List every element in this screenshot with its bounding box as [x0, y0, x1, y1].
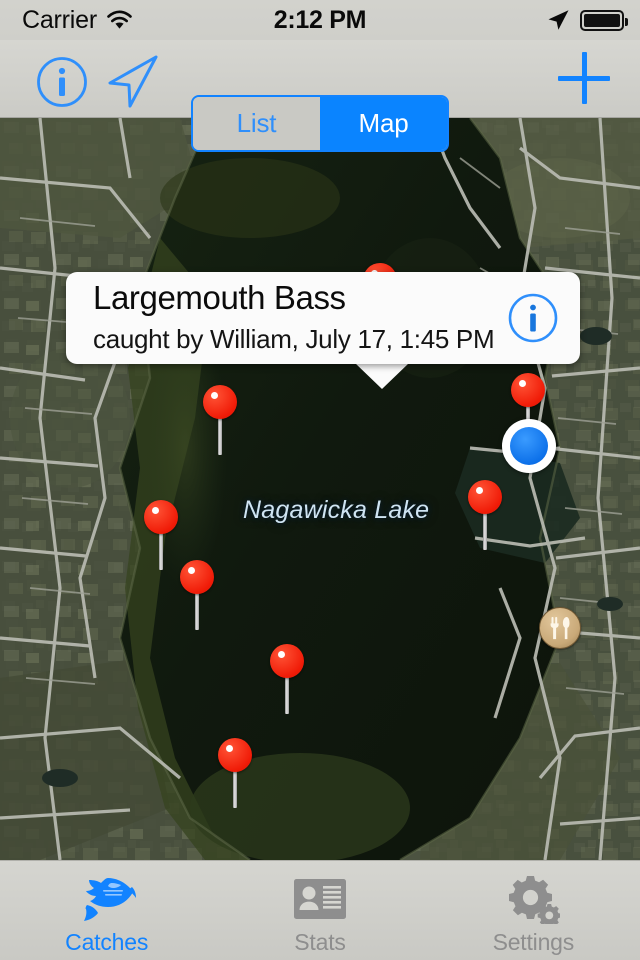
- navigation-bar: List Map: [0, 40, 640, 152]
- map-pin-head: [468, 480, 502, 514]
- app-screen: Nagawicka Lake Largemouth Bass caught by…: [0, 0, 640, 960]
- add-catch-button[interactable]: [558, 52, 610, 104]
- callout-title: Largemouth Bass: [93, 279, 346, 316]
- map-pin-head: [203, 385, 237, 419]
- fork-knife-icon: [550, 617, 570, 640]
- map-pin-highlight: [210, 391, 218, 399]
- tab-catches[interactable]: Catches: [0, 861, 213, 960]
- user-location-inner-dot: [510, 427, 548, 465]
- fish-icon: [77, 873, 137, 925]
- map-pin-highlight: [187, 566, 195, 574]
- map-pin-highlight: [518, 379, 526, 387]
- gears-icon: [506, 873, 561, 925]
- segment-map-label: Map: [358, 108, 409, 138]
- map-pin-head: [180, 560, 214, 594]
- map-pin-highlight: [277, 650, 285, 658]
- tab-catches-label: Catches: [65, 929, 149, 955]
- info-circle-icon: [37, 57, 87, 107]
- contact-card-icon: [293, 873, 346, 925]
- tab-settings[interactable]: Settings: [427, 861, 640, 960]
- map-pin-highlight: [475, 486, 483, 494]
- status-bar: Carrier 2:12 PM: [0, 0, 640, 40]
- status-bar-right: [546, 8, 628, 32]
- restaurant-poi[interactable]: [539, 607, 581, 649]
- locate-me-button[interactable]: [104, 54, 160, 115]
- callout-subtitle: caught by William, July 17, 1:45 PM: [93, 324, 495, 354]
- callout-tail: [355, 363, 409, 389]
- navigation-arrow-icon: [108, 55, 158, 108]
- map-pin-head: [270, 644, 304, 678]
- location-arrow-icon: [548, 10, 569, 30]
- view-mode-segmented-control[interactable]: List Map: [191, 95, 449, 152]
- map-pin-head: [218, 738, 252, 772]
- satellite-map-imagery: [0, 118, 640, 860]
- lake-label: Nagawicka Lake: [243, 496, 430, 524]
- map-view[interactable]: Nagawicka Lake Largemouth Bass caught by…: [0, 118, 640, 860]
- tab-bar: Catches Stats Settings: [0, 860, 640, 960]
- segment-list[interactable]: List: [193, 97, 320, 150]
- map-pin-highlight: [225, 744, 233, 752]
- map-pin-head: [144, 500, 178, 534]
- tab-stats-label: Stats: [294, 929, 346, 955]
- map-pin-highlight: [151, 506, 159, 514]
- status-bar-clock: 2:12 PM: [273, 5, 367, 34]
- user-location-dot: [502, 419, 556, 473]
- battery-full-icon: [580, 9, 628, 31]
- segment-map[interactable]: Map: [320, 97, 447, 150]
- info-circle-icon: [508, 293, 558, 343]
- map-pin-head: [511, 373, 545, 407]
- map-callout[interactable]: Largemouth Bass caught by William, July …: [66, 272, 580, 364]
- info-button[interactable]: [36, 56, 88, 113]
- segment-list-label: List: [236, 108, 277, 138]
- callout-info-button[interactable]: [507, 292, 559, 349]
- tab-settings-label: Settings: [492, 929, 575, 955]
- tab-stats[interactable]: Stats: [213, 861, 426, 960]
